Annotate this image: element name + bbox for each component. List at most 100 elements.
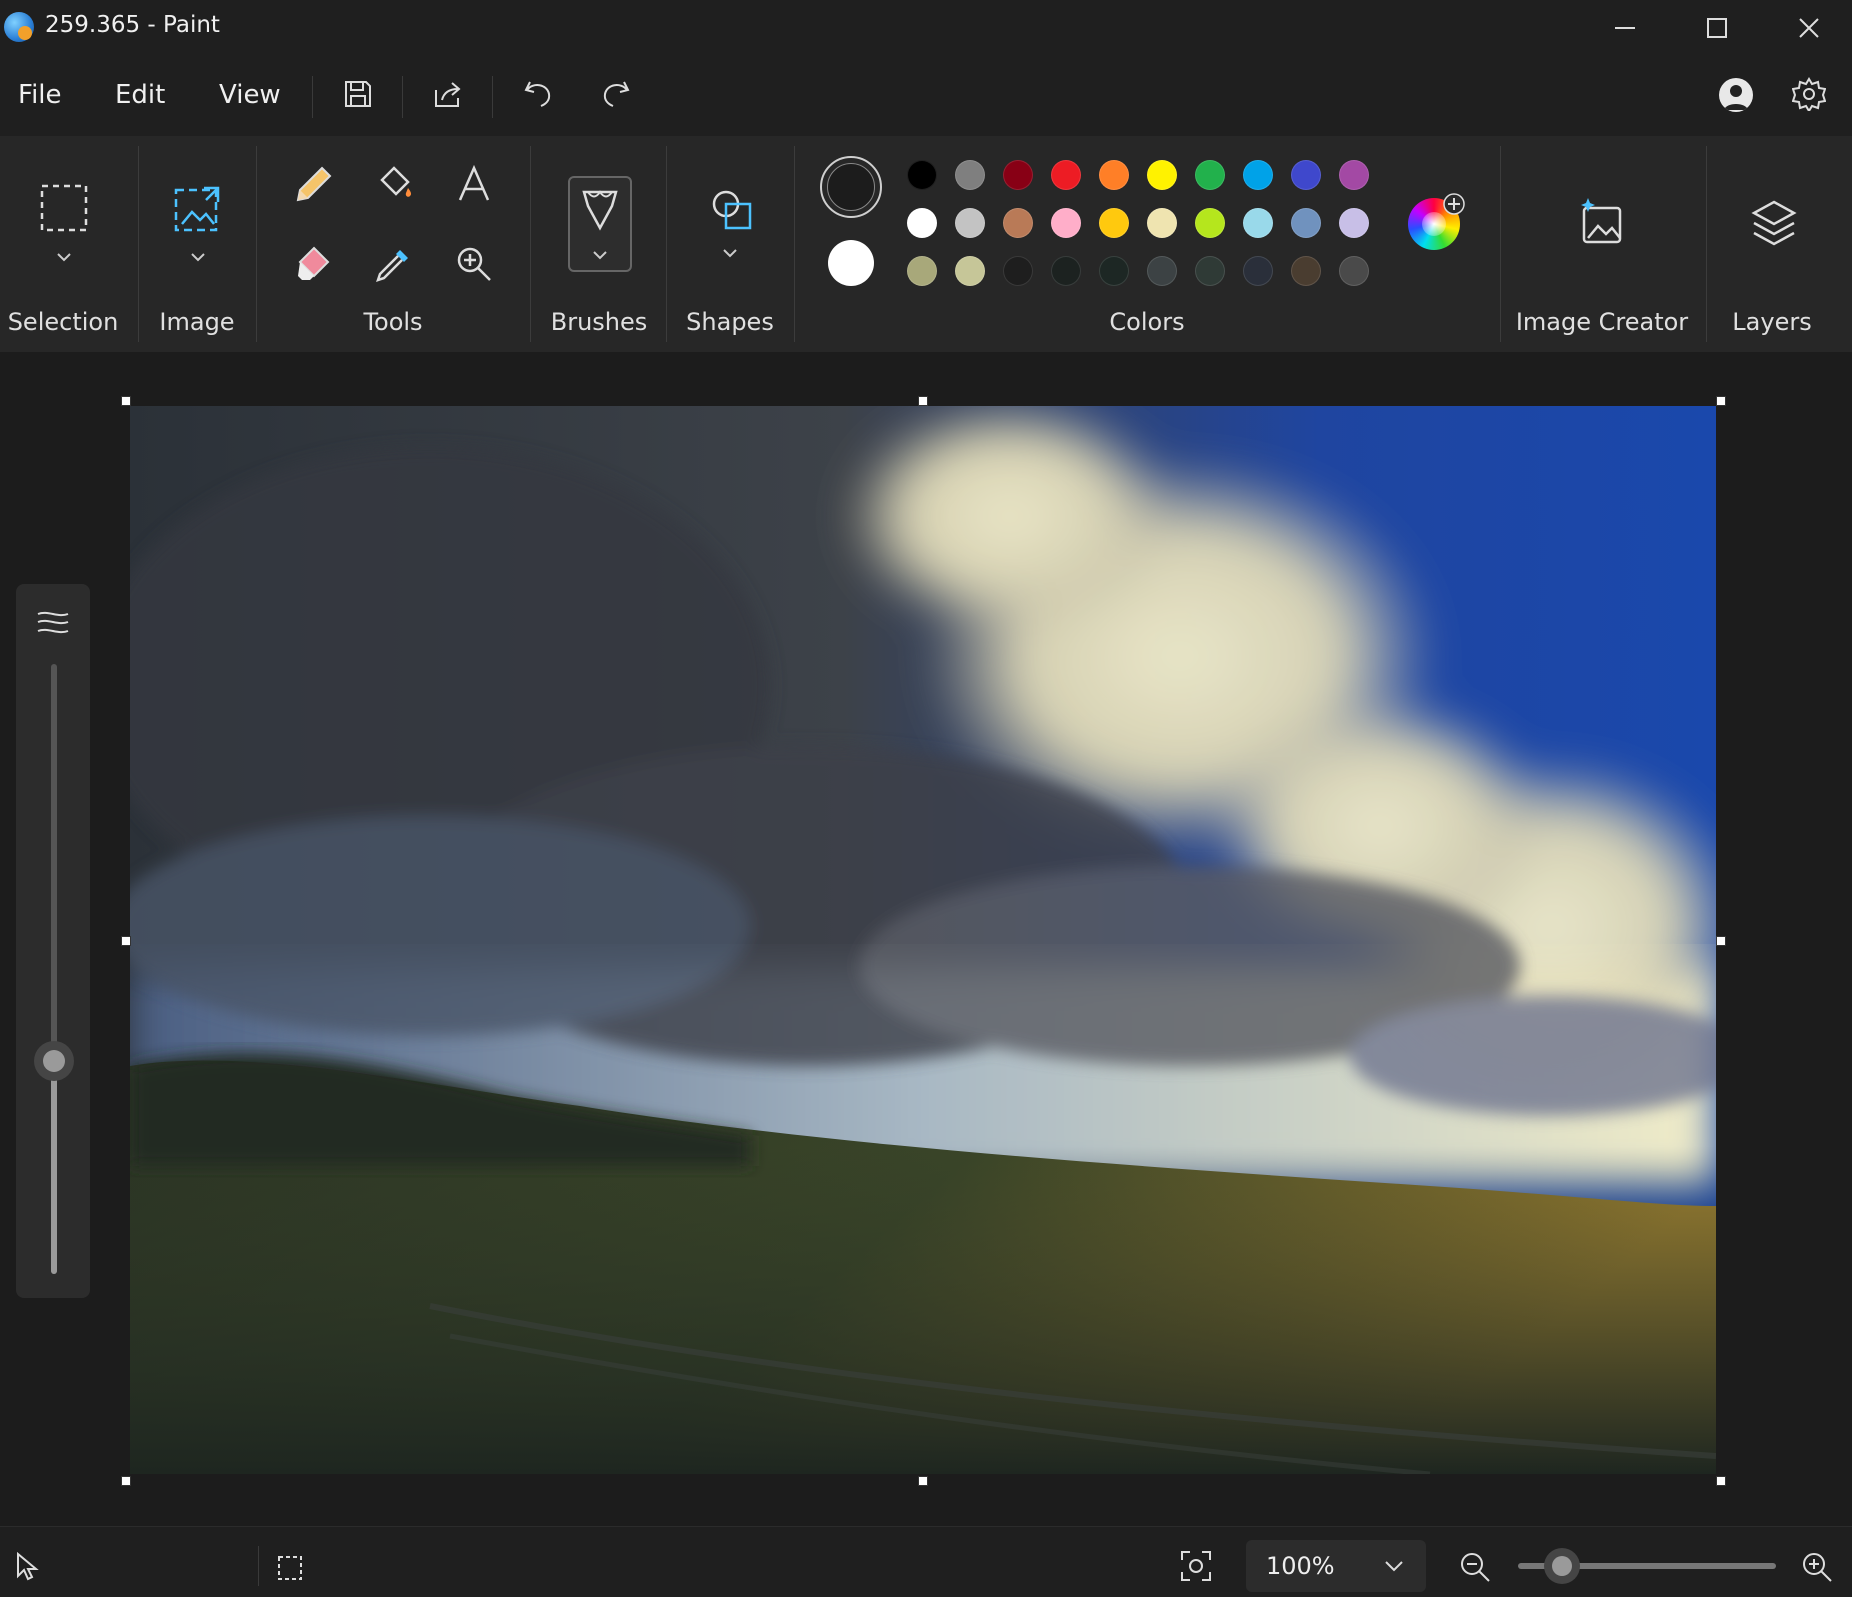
zoom-thumb-center: [1551, 1556, 1572, 1576]
settings-button[interactable]: [1787, 72, 1831, 116]
share-button[interactable]: [426, 72, 470, 116]
color-swatch[interactable]: [1051, 160, 1081, 190]
color-swatch[interactable]: [1003, 160, 1033, 190]
image-creator-button[interactable]: [1576, 196, 1628, 252]
color-swatch[interactable]: [1339, 256, 1369, 286]
zoom-in-button[interactable]: [1800, 1550, 1834, 1584]
account-avatar[interactable]: [1719, 78, 1753, 112]
menu-edit[interactable]: Edit: [115, 80, 165, 110]
secondary-color-swatch[interactable]: [828, 240, 874, 286]
slider-fill: [51, 1060, 57, 1274]
resize-handle[interactable]: [121, 396, 131, 406]
color-swatch[interactable]: [907, 208, 937, 238]
group-label-colors: Colors: [1109, 308, 1185, 336]
color-swatch[interactable]: [1003, 208, 1033, 238]
drawing-canvas[interactable]: [130, 406, 1716, 1474]
color-swatch[interactable]: [1003, 256, 1033, 286]
selection-button[interactable]: [24, 176, 104, 276]
resize-handle[interactable]: [1716, 396, 1726, 406]
color-swatch[interactable]: [907, 160, 937, 190]
color-swatch[interactable]: [1099, 256, 1129, 286]
layers-button[interactable]: [1748, 196, 1800, 252]
paint-app-icon: [4, 12, 34, 42]
color-swatch[interactable]: [1099, 208, 1129, 238]
zoom-select[interactable]: 100%: [1246, 1540, 1426, 1592]
menu-file[interactable]: File: [18, 80, 62, 110]
ribbon-separator: [138, 146, 139, 342]
zoom-slider-thumb[interactable]: [1543, 1548, 1580, 1584]
color-swatch[interactable]: [955, 160, 985, 190]
color-swatch[interactable]: [1195, 256, 1225, 286]
share-icon: [435, 82, 461, 107]
group-label-shapes: Shapes: [686, 308, 774, 336]
color-swatch[interactable]: [1147, 208, 1177, 238]
color-swatch[interactable]: [955, 208, 985, 238]
zoom-out-button[interactable]: [1458, 1550, 1492, 1584]
brush-icon: [582, 190, 618, 260]
color-palette: [907, 160, 1387, 290]
resize-handle[interactable]: [121, 1476, 131, 1486]
color-swatch[interactable]: [907, 256, 937, 286]
ribbon-separator: [1706, 146, 1707, 342]
undo-icon: [524, 81, 551, 107]
menu-separator: [492, 76, 493, 118]
maximize-button[interactable]: [1672, 0, 1762, 56]
color-swatch[interactable]: [1099, 160, 1129, 190]
resize-handle[interactable]: [121, 936, 131, 946]
group-label-tools: Tools: [363, 308, 423, 336]
fill-tool[interactable]: [364, 154, 424, 214]
color-swatch[interactable]: [1291, 160, 1321, 190]
brushes-button[interactable]: [568, 176, 632, 272]
color-swatch[interactable]: [1339, 160, 1369, 190]
eraser-tool[interactable]: [284, 234, 344, 294]
ribbon-separator: [1500, 146, 1501, 342]
color-swatch[interactable]: [1051, 256, 1081, 286]
image-button[interactable]: [158, 176, 238, 276]
ribbon-separator: [256, 146, 257, 342]
redo-button[interactable]: [594, 72, 638, 116]
resize-handle[interactable]: [1716, 936, 1726, 946]
save-button[interactable]: [336, 72, 380, 116]
color-swatch[interactable]: [1243, 208, 1273, 238]
color-swatch[interactable]: [1051, 208, 1081, 238]
resize-handle[interactable]: [1716, 1476, 1726, 1486]
minimize-button[interactable]: [1580, 0, 1670, 56]
text-tool[interactable]: [444, 154, 504, 214]
color-swatch[interactable]: [1291, 208, 1321, 238]
color-swatch[interactable]: [1147, 256, 1177, 286]
ribbon-separator: [530, 146, 531, 342]
custom-color-button[interactable]: [1408, 193, 1465, 250]
color-picker-tool[interactable]: [364, 234, 424, 294]
pencil-tool[interactable]: [284, 154, 344, 214]
resize-handle[interactable]: [918, 1476, 928, 1486]
shapes-icon: [712, 190, 752, 258]
color-swatch[interactable]: [1339, 208, 1369, 238]
color-swatch[interactable]: [1147, 160, 1177, 190]
gear-icon: [1792, 77, 1826, 111]
eyedropper-icon: [376, 250, 408, 282]
pointer-icon: [17, 1552, 39, 1581]
color-swatch[interactable]: [1243, 256, 1273, 286]
primary-color-swatch[interactable]: [820, 156, 882, 218]
undo-button[interactable]: [516, 72, 560, 116]
group-label-brushes: Brushes: [550, 308, 648, 336]
magnifier-tool[interactable]: [444, 234, 504, 294]
ribbon-separator: [666, 146, 667, 342]
resize-handle[interactable]: [918, 396, 928, 406]
slider-thumb[interactable]: [34, 1040, 74, 1081]
shapes-button[interactable]: [692, 180, 768, 270]
primary-color-fill: [827, 163, 875, 211]
account-icon: [1724, 85, 1748, 110]
close-button[interactable]: [1764, 0, 1852, 56]
color-swatch[interactable]: [1291, 256, 1321, 286]
close-icon: [1799, 18, 1819, 38]
menu-view[interactable]: View: [219, 80, 281, 110]
color-swatch[interactable]: [1195, 160, 1225, 190]
brush-size-slider[interactable]: [51, 664, 57, 1274]
color-swatch[interactable]: [1243, 160, 1273, 190]
fit-to-window-button[interactable]: [1176, 1546, 1216, 1586]
color-swatch[interactable]: [1195, 208, 1225, 238]
group-label-image: Image: [159, 308, 235, 336]
color-swatch[interactable]: [955, 256, 985, 286]
image-resize-icon: [174, 186, 220, 262]
